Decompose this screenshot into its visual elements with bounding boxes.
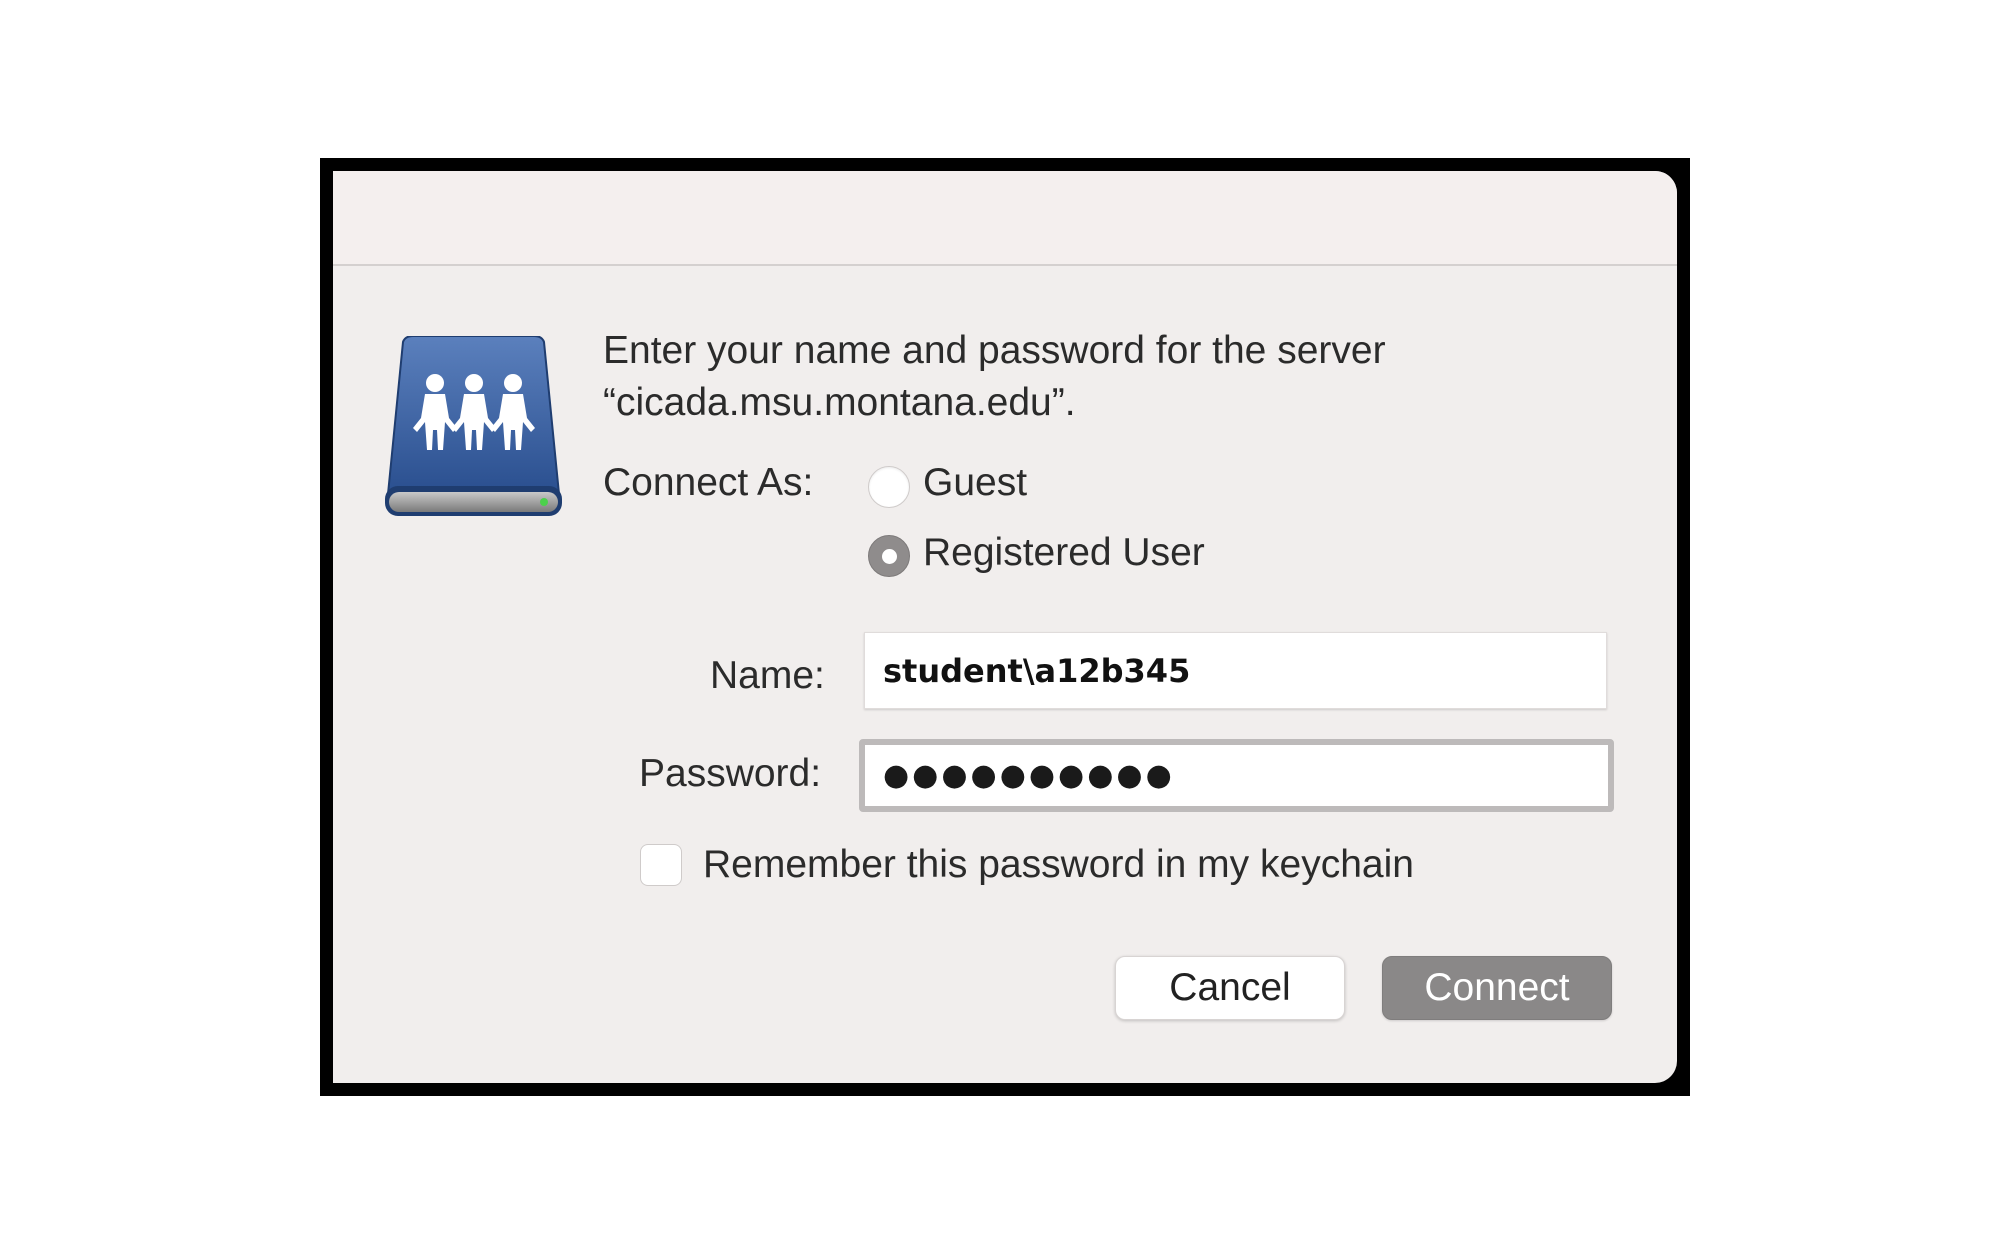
prompt-line-1: Enter your name and password for the ser… — [603, 329, 1386, 372]
name-label: Name: — [710, 654, 825, 697]
password-field[interactable]: ●●●●●●●●●● — [859, 739, 1614, 812]
connect-button[interactable]: Connect — [1382, 956, 1612, 1020]
registered-user-radio[interactable] — [868, 535, 910, 577]
name-field[interactable]: student\a12b345 — [864, 632, 1607, 709]
shared-server-drive-icon — [385, 336, 562, 516]
server-prompt: Enter your name and password for the ser… — [603, 325, 1563, 429]
remember-password-checkbox[interactable] — [640, 844, 682, 886]
remember-password-label[interactable]: Remember this password in my keychain — [703, 843, 1414, 887]
guest-radio-label[interactable]: Guest — [923, 461, 1027, 505]
cancel-button[interactable]: Cancel — [1115, 956, 1345, 1020]
registered-user-radio-label[interactable]: Registered User — [923, 531, 1205, 575]
password-label: Password: — [639, 752, 822, 795]
connect-to-server-dialog: Enter your name and password for the ser… — [333, 171, 1677, 1083]
connect-as-label: Connect As: — [603, 461, 814, 504]
prompt-line-2: “cicada.msu.montana.edu”. — [603, 381, 1076, 424]
radio-selected-dot — [881, 548, 897, 564]
guest-radio[interactable] — [868, 466, 910, 508]
dialog-titlebar — [333, 171, 1677, 266]
